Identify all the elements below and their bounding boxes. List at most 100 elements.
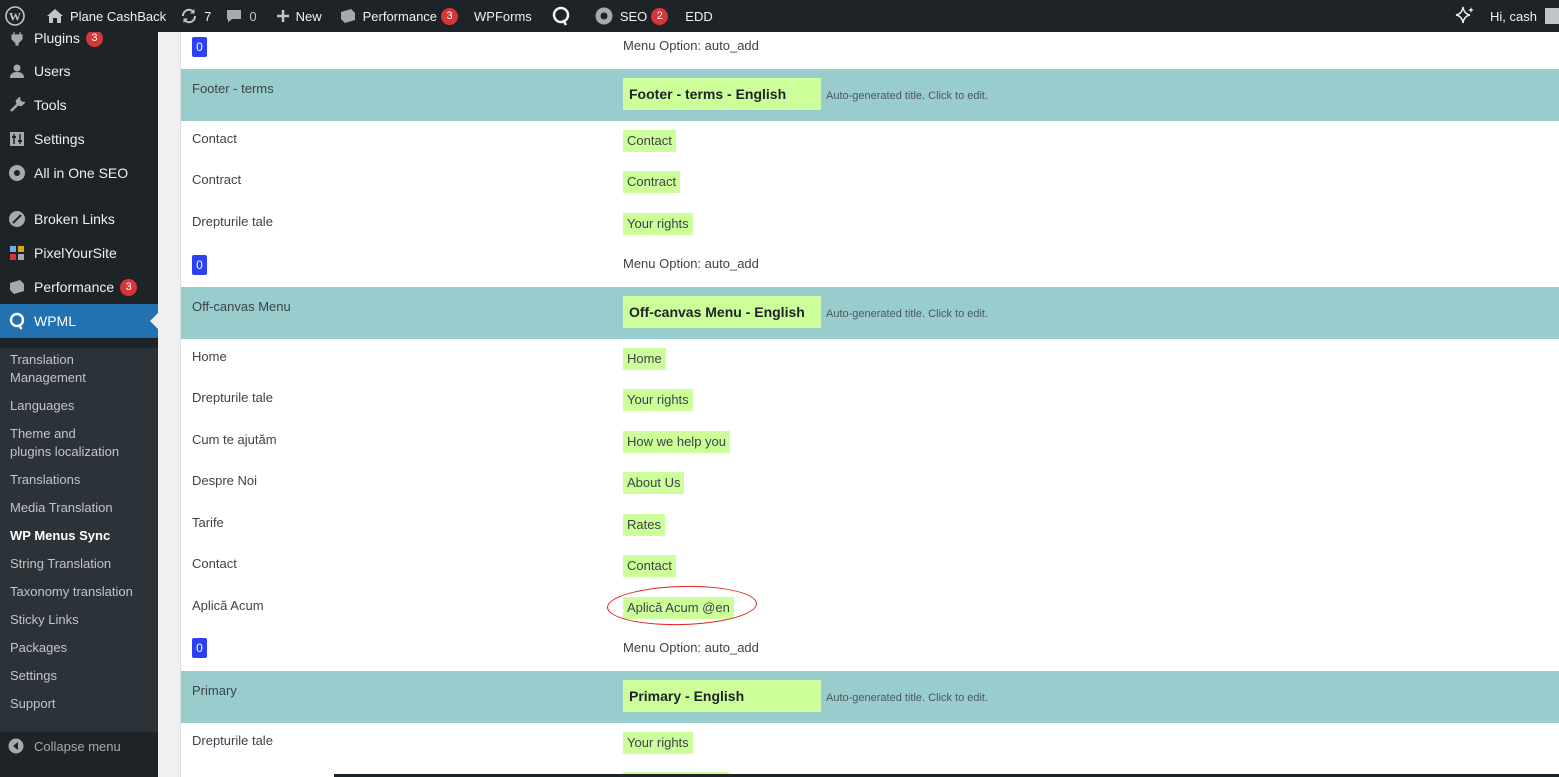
- source-item: Home: [192, 349, 227, 364]
- submenu-taxonomy-translation[interactable]: Taxonomy translation: [0, 583, 158, 601]
- wordpress-logo-icon: W: [5, 6, 25, 26]
- sidebar-item-label: Tools: [34, 97, 67, 113]
- submenu-sticky-links[interactable]: Sticky Links: [0, 611, 158, 629]
- table-row: Drepturile tale Your rights: [181, 723, 1559, 764]
- sidebar-item-tools[interactable]: Tools: [0, 88, 158, 122]
- submenu-support[interactable]: Support: [0, 695, 158, 713]
- sparkle-icon: [1455, 6, 1475, 24]
- table-row: Tarife Rates: [181, 505, 1559, 546]
- translation-item: Your rights: [623, 732, 693, 754]
- menu-header-primary: Primary Primary - English Auto-generated…: [181, 671, 1559, 723]
- wpml-languages-link[interactable]: [539, 0, 578, 32]
- comment-icon: [227, 10, 242, 23]
- sidebar-item-pixelyoursite[interactable]: PixelYourSite: [0, 236, 158, 270]
- sidebar-item-performance[interactable]: Performance 3: [0, 270, 158, 304]
- translation-item: Home: [623, 348, 666, 370]
- ai-assistant-button[interactable]: [1447, 0, 1483, 32]
- table-row: Despre Noi About Us: [181, 463, 1559, 505]
- comments-count: 0: [249, 8, 257, 24]
- menu-option-row: 0 Menu Option: auto_add: [181, 32, 1559, 68]
- comments-link[interactable]: 0: [218, 0, 263, 32]
- translated-menu-title[interactable]: Primary - English: [623, 680, 821, 712]
- performance-icon: [7, 277, 27, 297]
- wpforms-label: WPForms: [474, 8, 532, 24]
- edd-link[interactable]: EDD: [675, 0, 719, 32]
- submenu-translation-management[interactable]: Translation Management: [0, 351, 100, 387]
- table-row: Contact Contact: [181, 121, 1559, 162]
- source-item: Contact: [192, 556, 237, 571]
- new-content-link[interactable]: New: [264, 0, 329, 32]
- translation-item: How we help you: [623, 431, 730, 453]
- source-item: Contact: [192, 131, 237, 146]
- submenu-languages[interactable]: Languages: [0, 397, 158, 415]
- aioseo-icon: [7, 163, 27, 183]
- performance-badge: 3: [441, 7, 459, 25]
- seo-link[interactable]: SEO 2: [578, 0, 675, 32]
- translated-menu-title[interactable]: Footer - terms - English: [623, 78, 821, 110]
- sidebar-item-all-in-one-seo[interactable]: All in One SEO: [0, 156, 158, 190]
- item-count-badge: 0: [192, 255, 207, 275]
- source-item: Drepturile tale: [192, 390, 273, 405]
- avatar: [1545, 8, 1559, 24]
- menus-sync-table: 0 Menu Option: auto_add Footer - terms F…: [180, 32, 1559, 777]
- collapse-menu-button[interactable]: Collapse menu: [0, 732, 158, 760]
- sidebar-item-broken-links[interactable]: Broken Links: [0, 202, 158, 236]
- source-item: Cum te ajutăm: [192, 432, 277, 447]
- source-item: Tarife: [192, 515, 224, 530]
- sidebar-item-label: Broken Links: [34, 211, 115, 227]
- table-row: Home Home: [181, 339, 1559, 380]
- my-account-link[interactable]: Hi, cash: [1483, 0, 1559, 32]
- collapse-label: Collapse menu: [34, 738, 121, 754]
- sidebar-item-wpml[interactable]: WPML: [0, 304, 158, 338]
- performance-link[interactable]: Performance 3: [329, 0, 465, 32]
- wpml-submenu: Translation Management Languages Theme a…: [0, 348, 158, 732]
- table-row: Aplică Acum Aplică Acum @en: [181, 588, 1559, 629]
- submenu-media-translation[interactable]: Media Translation: [0, 499, 158, 517]
- sidebar-item-label: Plugins: [34, 32, 80, 46]
- pixelyoursite-icon: [7, 243, 27, 263]
- translation-item: Contract: [623, 171, 681, 193]
- sidebar-item-label: PixelYourSite: [34, 245, 117, 261]
- wpml-icon: [552, 6, 570, 26]
- wordpress-logo-button[interactable]: W: [0, 0, 32, 32]
- broken-links-icon: [7, 209, 27, 229]
- wpforms-link[interactable]: WPForms: [465, 0, 539, 32]
- svg-text:W: W: [9, 10, 21, 24]
- performance-badge: 3: [120, 278, 138, 296]
- translation-item: About Us: [623, 472, 685, 494]
- source-item: Contract: [192, 172, 242, 187]
- edd-label: EDD: [685, 8, 713, 24]
- sidebar-item-users[interactable]: Users: [0, 54, 158, 88]
- source-item: Drepturile tale: [192, 733, 273, 748]
- admin-bar: W Plane CashBack 7 0 New Performance 3 W…: [0, 0, 1559, 32]
- performance-icon: [340, 9, 355, 23]
- item-count-badge: 0: [192, 638, 207, 658]
- submenu-settings[interactable]: Settings: [0, 667, 158, 685]
- updates-icon: [182, 8, 197, 24]
- sidebar-item-settings[interactable]: Settings: [0, 122, 158, 156]
- submenu-theme-plugins-localization[interactable]: Theme and plugins localization: [0, 425, 130, 461]
- translation-item: Aplică Acum @en: [623, 597, 734, 619]
- menu-option-text: Menu Option: auto_add: [623, 38, 759, 53]
- translated-menu-title[interactable]: Off-canvas Menu - English: [623, 296, 821, 328]
- performance-label: Performance: [362, 8, 438, 24]
- submenu-translations[interactable]: Translations: [0, 471, 158, 489]
- sidebar-item-label: Users: [34, 63, 71, 79]
- aioseo-icon: [595, 7, 613, 25]
- source-item: Drepturile tale: [192, 214, 273, 229]
- source-item: Aplică Acum: [192, 598, 264, 613]
- plugins-update-badge: 3: [85, 32, 103, 47]
- table-row: Drepturile tale Your rights: [181, 204, 1559, 246]
- wpml-icon: [7, 311, 27, 331]
- menu-header-footer-terms: Footer - terms Footer - terms - English …: [181, 69, 1559, 121]
- submenu-packages[interactable]: Packages: [0, 639, 158, 657]
- site-name-link[interactable]: Plane CashBack: [32, 0, 173, 32]
- updates-link[interactable]: 7: [173, 0, 218, 32]
- translation-item: Contact: [623, 130, 676, 152]
- settings-icon: [7, 129, 27, 149]
- submenu-string-translation[interactable]: String Translation: [0, 555, 158, 573]
- sidebar-item-plugins[interactable]: Plugins 3: [0, 32, 158, 55]
- submenu-wp-menus-sync[interactable]: WP Menus Sync: [0, 527, 158, 545]
- collapse-arrow-icon: [8, 738, 24, 754]
- menu-header-off-canvas: Off-canvas Menu Off-canvas Menu - Englis…: [181, 287, 1559, 339]
